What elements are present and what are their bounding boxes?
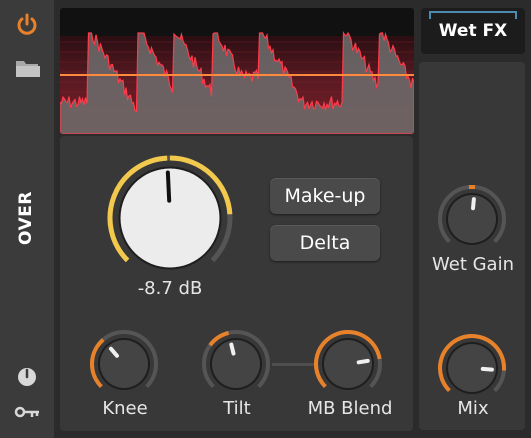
mb-blend-label: MB Blend bbox=[307, 398, 393, 419]
waveform-graph bbox=[60, 31, 414, 134]
wet-gain-knob[interactable] bbox=[436, 183, 508, 255]
knob-pointer bbox=[165, 170, 172, 203]
knob-pointer bbox=[356, 358, 370, 365]
mix-knob[interactable] bbox=[436, 332, 508, 404]
mode-label[interactable]: OVER bbox=[6, 186, 46, 250]
knob-pointer bbox=[229, 342, 236, 356]
folder-icon[interactable] bbox=[14, 56, 42, 80]
sidebar: OVER bbox=[0, 0, 54, 438]
wet-gain-label: Wet Gain bbox=[432, 254, 514, 275]
link-line bbox=[272, 363, 316, 366]
tilt-label: Tilt bbox=[223, 398, 251, 419]
knee-label: Knee bbox=[102, 398, 148, 419]
knee-knob[interactable] bbox=[88, 328, 160, 400]
knob-body bbox=[212, 340, 260, 388]
output-knob[interactable] bbox=[104, 152, 236, 284]
mode-label-text: OVER bbox=[16, 191, 36, 245]
key-route-icon[interactable] bbox=[14, 402, 42, 422]
gain-reduction-display[interactable] bbox=[60, 8, 414, 134]
wet-fx-bracket bbox=[429, 11, 517, 19]
delta-button[interactable]: Delta bbox=[270, 225, 380, 261]
knob-body bbox=[324, 340, 372, 388]
knob-pointer bbox=[480, 366, 494, 372]
mb-blend-knob[interactable] bbox=[312, 328, 384, 400]
output-value: -8.7 dB bbox=[137, 278, 203, 299]
clock-icon[interactable] bbox=[16, 366, 38, 388]
wet-fx-label: Wet FX bbox=[438, 21, 508, 41]
makeup-button[interactable]: Make-up bbox=[270, 178, 380, 214]
wet-fx-button[interactable]: Wet FX bbox=[421, 8, 525, 54]
mix-label: Mix bbox=[457, 398, 489, 419]
tilt-knob[interactable] bbox=[200, 328, 272, 400]
power-icon[interactable] bbox=[14, 12, 40, 38]
knob-pointer bbox=[471, 197, 476, 211]
knob-body bbox=[100, 340, 148, 388]
